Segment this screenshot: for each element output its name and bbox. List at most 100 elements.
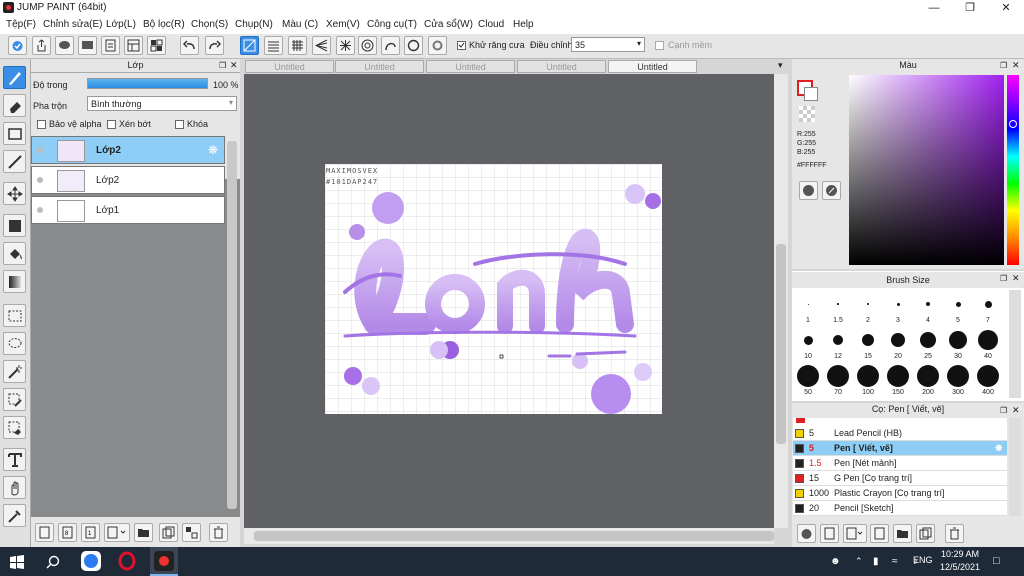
select-pen-tool[interactable]	[3, 388, 26, 411]
layer-row[interactable]: Lớp2	[31, 166, 225, 194]
brush-cloud-button[interactable]	[797, 524, 816, 543]
brush-folder-button[interactable]	[893, 524, 912, 543]
saturation-value-picker[interactable]	[849, 75, 1004, 265]
visibility-icon[interactable]	[37, 177, 43, 183]
brush-size-dot[interactable]	[896, 302, 900, 306]
brush-size-dot[interactable]	[857, 365, 879, 387]
brush-size-dot[interactable]	[891, 333, 905, 347]
eyedropper-tool[interactable]	[3, 504, 26, 527]
brush-size-dot[interactable]	[797, 365, 819, 387]
rect-select-tool[interactable]	[3, 304, 26, 327]
wifi-icon-2[interactable]	[894, 547, 906, 576]
brush-size-dot[interactable]	[926, 302, 930, 306]
protect-alpha-checkbox[interactable]	[37, 120, 46, 129]
ruler-concentric-button[interactable]	[358, 36, 377, 55]
brush-row[interactable]: 1000 Plastic Crayon [Cọ trang trí]	[793, 486, 1007, 501]
close-panel-icon[interactable]: ✕	[1012, 273, 1020, 284]
brush-size-dot[interactable]	[807, 303, 809, 305]
share-button[interactable]	[32, 36, 51, 55]
document-button[interactable]	[101, 36, 120, 55]
new-layer-button[interactable]	[35, 523, 54, 542]
brush-size-dot[interactable]	[867, 303, 869, 305]
restore-panel-icon[interactable]: ❐	[1000, 406, 1007, 415]
chevron-up-icon[interactable]: ⌃	[855, 547, 865, 576]
rectangle-tool[interactable]	[3, 122, 26, 145]
restore-panel-icon[interactable]: ❐	[219, 61, 226, 70]
opacity-slider[interactable]	[87, 78, 208, 89]
brush-size-dot[interactable]	[827, 365, 849, 387]
ruler-none-button[interactable]	[240, 36, 259, 55]
grid-settings-button[interactable]	[147, 36, 166, 55]
add-layer-menu-button[interactable]	[104, 523, 130, 542]
maximize-button[interactable]: ❐	[952, 0, 988, 16]
folder-button[interactable]	[134, 523, 153, 542]
brush-size-dot[interactable]	[978, 330, 998, 350]
menu-edit[interactable]: Chỉnh sửa(E)	[43, 19, 103, 30]
horizontal-scroll-thumb[interactable]	[254, 531, 774, 541]
brush-duplicate-button[interactable]	[916, 524, 935, 543]
line-tool[interactable]	[3, 150, 26, 173]
ruler-ellipse-button[interactable]	[404, 36, 423, 55]
duplicate-layer-button[interactable]	[159, 523, 178, 542]
windows-start-icon[interactable]	[10, 547, 26, 576]
lasso-tool[interactable]	[3, 332, 26, 355]
tab-document[interactable]: Untitled	[335, 60, 424, 73]
tab-document[interactable]: Untitled	[517, 60, 606, 73]
brush-size-dot[interactable]	[949, 331, 967, 349]
jump-paint-app-icon[interactable]	[150, 547, 178, 576]
brush-size-dot[interactable]	[833, 335, 843, 345]
ruler-grid-button[interactable]	[288, 36, 307, 55]
eraser-tool[interactable]	[3, 94, 26, 117]
color-picker-button[interactable]	[822, 181, 841, 200]
gear-icon[interactable]: ❋	[208, 143, 218, 157]
magic-wand-tool[interactable]	[3, 360, 26, 383]
brush-row[interactable]: 20 Pencil [Sketch]	[793, 501, 1007, 516]
brush-size-dot[interactable]	[947, 365, 969, 387]
brush-size-dot[interactable]	[917, 365, 939, 387]
visibility-icon[interactable]	[37, 207, 43, 213]
new-brush-button[interactable]	[820, 524, 839, 543]
undo-button[interactable]	[180, 36, 199, 55]
visibility-icon[interactable]	[37, 147, 43, 153]
pen-tool[interactable]	[3, 66, 26, 89]
brush-menu-button[interactable]	[843, 524, 867, 543]
panel-button[interactable]	[124, 36, 143, 55]
brush-size-dot[interactable]	[977, 365, 999, 387]
ruler-curve-button[interactable]	[381, 36, 400, 55]
brush-row-selected[interactable]: 5 Pen [ Viết, vẽ] ❋	[793, 441, 1007, 456]
menu-cloud[interactable]: Cloud	[478, 19, 504, 30]
hue-slider[interactable]	[1007, 75, 1019, 265]
redo-button[interactable]	[205, 36, 224, 55]
drawing-canvas[interactable]: MAXIMOSVEX #101DAP247	[325, 164, 662, 414]
close-panel-icon[interactable]: ✕	[1012, 405, 1020, 416]
ruler-radial-button[interactable]	[336, 36, 355, 55]
tabs-menu-icon[interactable]: ▾	[778, 60, 783, 71]
brush-row[interactable]: 1.5 Pen [Nét mảnh]	[793, 456, 1007, 471]
hue-handle[interactable]	[1009, 120, 1017, 128]
menu-select[interactable]: Chọn(S)	[191, 19, 228, 30]
gear-icon[interactable]: ❋	[995, 441, 1003, 455]
brush-row[interactable]: 5 Lead Pencil (HB)	[793, 426, 1007, 441]
close-panel-icon[interactable]: ✕	[230, 60, 238, 71]
brush-size-dot[interactable]	[955, 301, 961, 307]
menu-capture[interactable]: Chụp(N)	[235, 19, 273, 30]
layer-row[interactable]: Lớp2 ❋	[31, 136, 225, 164]
clock-date[interactable]: 12/5/2021	[940, 562, 980, 574]
clip-checkbox[interactable]	[107, 120, 116, 129]
brush-row-partial[interactable]	[793, 418, 1007, 426]
zalo-app-icon[interactable]	[81, 547, 103, 576]
palette-button[interactable]	[799, 181, 818, 200]
vertical-scrollbar[interactable]	[774, 74, 788, 528]
text-tool[interactable]	[3, 448, 26, 471]
vertical-scroll-thumb[interactable]	[776, 244, 786, 444]
menu-window[interactable]: Cửa sổ(W)	[424, 19, 473, 30]
ruler-perspective-button[interactable]	[312, 36, 331, 55]
tab-document[interactable]: Untitled	[245, 60, 334, 73]
hand-tool[interactable]	[3, 476, 26, 499]
transparent-swatch[interactable]	[799, 106, 815, 122]
brush-size-dot[interactable]	[803, 335, 813, 345]
new-layer-8bit-button[interactable]: 8	[58, 523, 77, 542]
menu-file[interactable]: Tệp(F)	[6, 19, 36, 30]
close-button[interactable]: ✕	[988, 0, 1024, 16]
menu-tools[interactable]: Công cụ(T)	[367, 19, 417, 30]
